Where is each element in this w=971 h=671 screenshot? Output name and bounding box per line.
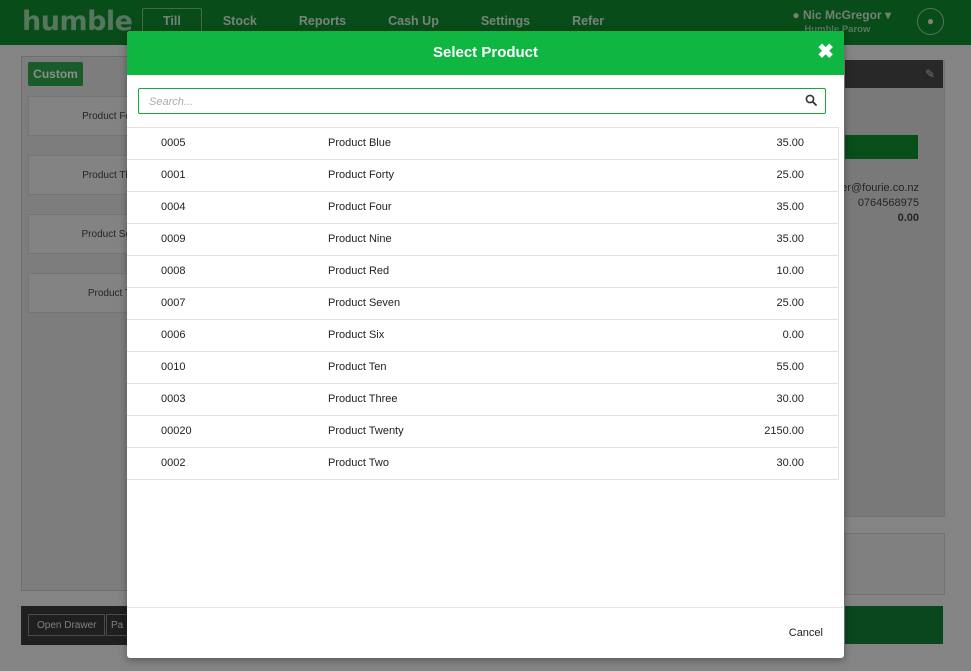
product-price: 10.00 — [776, 265, 804, 277]
product-code: 0001 — [161, 169, 186, 181]
product-name: Product Two — [328, 457, 389, 469]
product-code: 0008 — [161, 265, 186, 277]
product-price: 30.00 — [776, 457, 804, 469]
product-price: 2150.00 — [764, 425, 804, 437]
product-code: 0007 — [161, 297, 186, 309]
table-row[interactable]: 0006 Product Six 0.00 — [127, 320, 838, 352]
product-name: Product Ten — [328, 361, 387, 373]
product-name: Product Three — [328, 393, 398, 405]
product-code: 0010 — [161, 361, 186, 373]
product-code: 0003 — [161, 393, 186, 405]
product-name: Product Seven — [328, 297, 401, 309]
cancel-button[interactable]: Cancel — [789, 627, 823, 639]
product-name: Product Twenty — [328, 425, 404, 437]
table-row[interactable]: 0008 Product Red 10.00 — [127, 256, 838, 288]
product-list: 0005 Product Blue 35.00 0001 Product For… — [127, 127, 839, 480]
product-code: 0004 — [161, 201, 186, 213]
product-price: 0.00 — [782, 329, 804, 341]
search-box — [138, 88, 826, 115]
product-price: 25.00 — [776, 297, 804, 309]
select-product-modal: Select Product ✖ 0005 Product Blue 35.00… — [127, 31, 844, 658]
table-row[interactable]: 0002 Product Two 30.00 — [127, 448, 838, 480]
product-price: 35.00 — [776, 201, 804, 213]
search-icon[interactable] — [805, 94, 817, 106]
table-row[interactable]: 0001 Product Forty 25.00 — [127, 160, 838, 192]
modal-footer: Cancel — [127, 607, 844, 658]
product-name: Product Red — [328, 265, 390, 277]
table-row[interactable]: 0003 Product Three 30.00 — [127, 384, 838, 416]
product-name: Product Nine — [328, 233, 392, 245]
modal-header: Select Product ✖ — [127, 31, 844, 75]
product-price: 55.00 — [776, 361, 804, 373]
product-price: 30.00 — [776, 393, 804, 405]
product-name: Product Blue — [328, 137, 391, 149]
table-row[interactable]: 0010 Product Ten 55.00 — [127, 352, 838, 384]
table-row[interactable]: 00020 Product Twenty 2150.00 — [127, 416, 838, 448]
table-row[interactable]: 0007 Product Seven 25.00 — [127, 288, 838, 320]
table-row[interactable]: 0004 Product Four 35.00 — [127, 192, 838, 224]
product-price: 25.00 — [776, 169, 804, 181]
product-code: 0006 — [161, 329, 186, 341]
product-code: 0005 — [161, 137, 186, 149]
product-name: Product Six — [328, 329, 385, 341]
close-icon[interactable]: ✖ — [817, 39, 834, 65]
product-name: Product Forty — [328, 169, 395, 181]
product-price: 35.00 — [776, 233, 804, 245]
modal-title: Select Product — [432, 44, 539, 61]
table-row[interactable]: 0005 Product Blue 35.00 — [127, 128, 838, 160]
product-name: Product Four — [328, 201, 392, 213]
product-code: 0002 — [161, 457, 186, 469]
table-row[interactable]: 0009 Product Nine 35.00 — [127, 224, 838, 256]
product-code: 0009 — [161, 233, 186, 245]
product-code: 00020 — [161, 425, 192, 437]
product-price: 35.00 — [776, 137, 804, 149]
search-input[interactable] — [139, 89, 811, 115]
